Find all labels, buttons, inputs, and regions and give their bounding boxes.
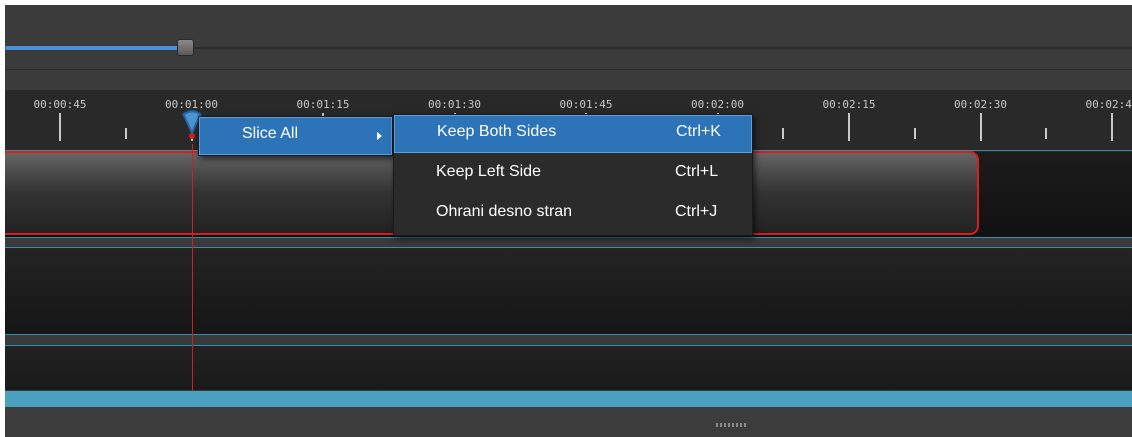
zoom-slider-handle[interactable] [177,39,194,56]
ruler-tick-label: 00:01:30 [428,98,481,111]
ruler-major-tick [979,113,982,141]
ruler-major-tick [59,113,61,141]
menu-item-shortcut: Ctrl+L [675,163,719,180]
ruler-tick-label: 00:01:45 [559,98,613,111]
divider [5,69,1132,70]
track-separator [5,237,1132,238]
menu-item-keep-both-sides[interactable]: Keep Both Sides Ctrl+K [394,115,752,153]
ruler-tick-label: 00:02:30 [954,98,1007,111]
ruler-minor-tick [913,128,916,139]
menu-item-label: Keep Both Sides [437,123,557,140]
timeline-panel: 00:00:45 00:01:00 00:01:15 00:01:30 00:01:45… [5,5,1132,437]
track-3[interactable] [5,346,1132,390]
playhead-line [191,144,193,396]
ruler-major-tick [1111,113,1113,141]
resize-grip-icon[interactable] [716,423,746,427]
chevron-right-icon [377,132,382,140]
horizontal-scrollbar[interactable] [5,391,1132,407]
menu-item-shortcut: Ctrl+J [675,203,718,220]
ruler-major-tick [848,113,850,141]
zoom-slider-area [5,5,1132,90]
menu-item-slice-all[interactable]: Slice All [199,117,392,155]
track-2[interactable] [5,248,1132,335]
ruler-tick-label: 00:01:15 [296,98,350,111]
menu-item-shortcut: Ctrl+K [676,123,721,140]
ruler-minor-tick [782,128,785,139]
ruler-minor-tick [1045,128,1048,139]
menu-item-keep-left-side[interactable]: Keep Left Side Ctrl+L [394,159,752,191]
menu-item-keep-right-side[interactable]: Ohrani desno stran Ctrl+J [394,199,752,231]
context-menu: Slice All [198,116,393,156]
menu-item-label: Ohrani desno stran [436,203,573,220]
ruler-tick-label: 00:02:00 [691,98,744,111]
ruler-tick-label: 00:02:45 [1085,98,1132,111]
ruler-tick-label: 00:00:45 [33,98,87,111]
ruler-tick-label: 00:02:15 [822,98,876,111]
track-separator [5,334,1132,335]
slice-submenu: Keep Both Sides Ctrl+K Keep Left Side Ct… [393,114,753,236]
menu-item-label: Slice All [242,125,299,142]
zoom-slider-fill [5,46,185,50]
bottom-bar [5,407,1132,437]
menu-item-label: Keep Left Side [436,163,541,180]
ruler-minor-tick [124,128,127,139]
